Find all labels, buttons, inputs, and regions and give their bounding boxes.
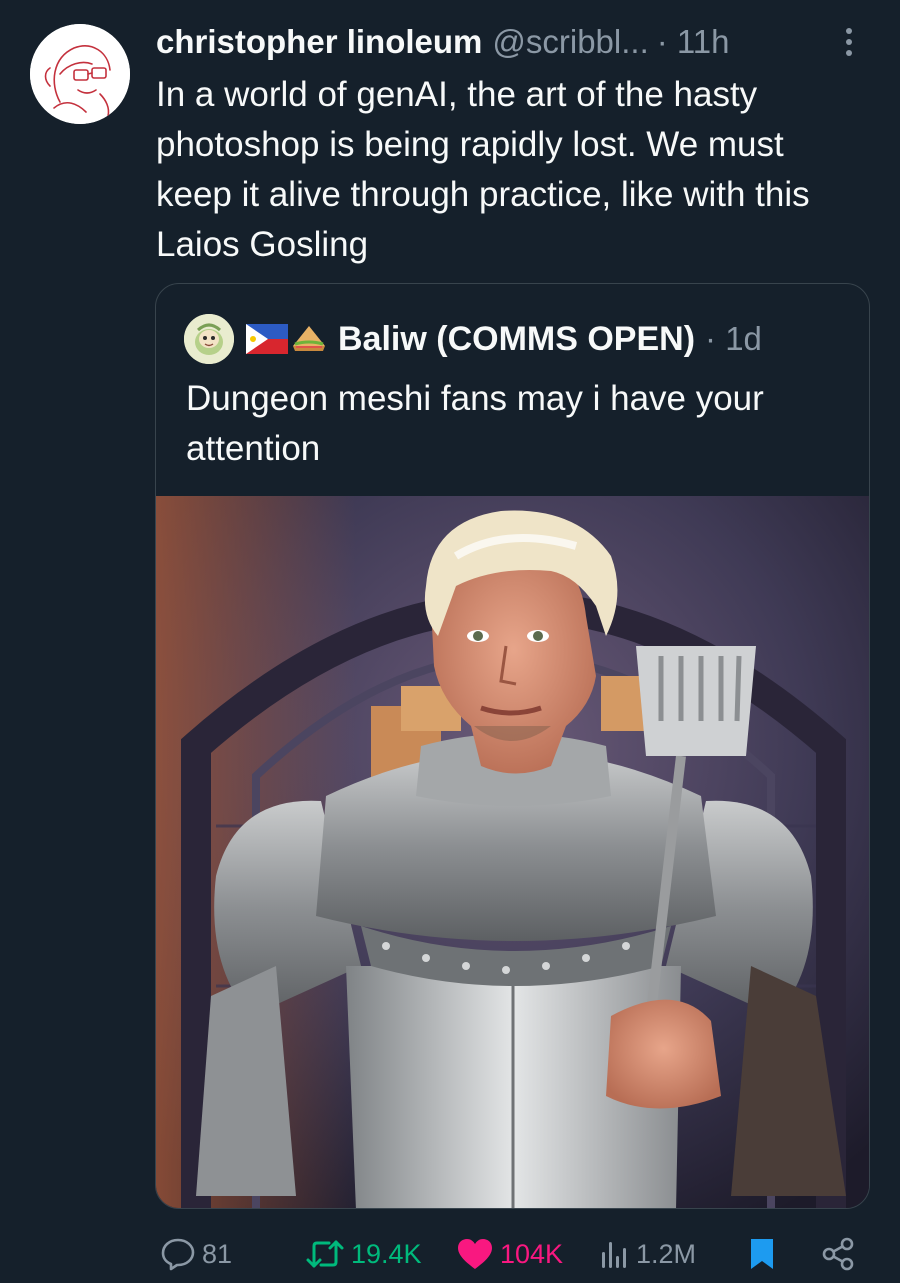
quoted-tweet-text: Dungeon meshi fans may i have your atten… <box>186 379 764 468</box>
share-button[interactable] <box>820 1230 856 1278</box>
views-icon <box>602 1242 626 1268</box>
like-button[interactable]: 104K <box>456 1230 563 1278</box>
reply-button[interactable]: 81 <box>160 1230 232 1278</box>
quoted-tweet-card[interactable]: Baliw (COMMS OPEN) · 1d Dungeon meshi fa… <box>155 283 870 1209</box>
tweet-timestamp[interactable]: · 11h <box>657 23 730 61</box>
author-display-name[interactable]: christopher linoleum <box>156 23 482 61</box>
sandwich-icon <box>293 326 325 351</box>
views-button[interactable]: 1.2M <box>600 1230 696 1278</box>
quoted-tweet-header: Baliw (COMMS OPEN) · 1d <box>184 314 762 364</box>
tweet-action-bar: 81 19.4K 104K 1.2M <box>0 1230 900 1278</box>
author-avatar[interactable] <box>30 24 130 124</box>
like-count: 104K <box>500 1238 564 1269</box>
bookmark-button[interactable] <box>748 1230 776 1278</box>
views-count: 1.2M <box>636 1238 697 1269</box>
quoted-author-display-name[interactable]: Baliw (COMMS OPEN) <box>338 320 695 359</box>
heart-icon <box>458 1239 492 1269</box>
retweet-count: 19.4K <box>351 1238 422 1269</box>
retweet-icon <box>306 1240 344 1268</box>
tweet-text: In a world of genAI, the art of the hast… <box>156 75 810 264</box>
philippines-flag-icon <box>246 324 288 354</box>
retweet-button[interactable]: 19.4K <box>305 1230 422 1278</box>
author-handle[interactable]: @scribbl... <box>492 23 648 61</box>
quoted-tweet-timestamp[interactable]: · 1d <box>705 320 762 358</box>
more-options-icon[interactable] <box>842 28 856 62</box>
quoted-tweet-image[interactable] <box>156 496 869 1208</box>
tweet-header: christopher linoleum @scribbl... · 11h <box>156 22 730 62</box>
share-icon <box>822 1237 854 1271</box>
reply-icon <box>161 1238 195 1271</box>
bookmark-icon <box>751 1239 773 1269</box>
reply-count: 81 <box>202 1238 233 1269</box>
quoted-author-avatar[interactable] <box>184 314 234 364</box>
